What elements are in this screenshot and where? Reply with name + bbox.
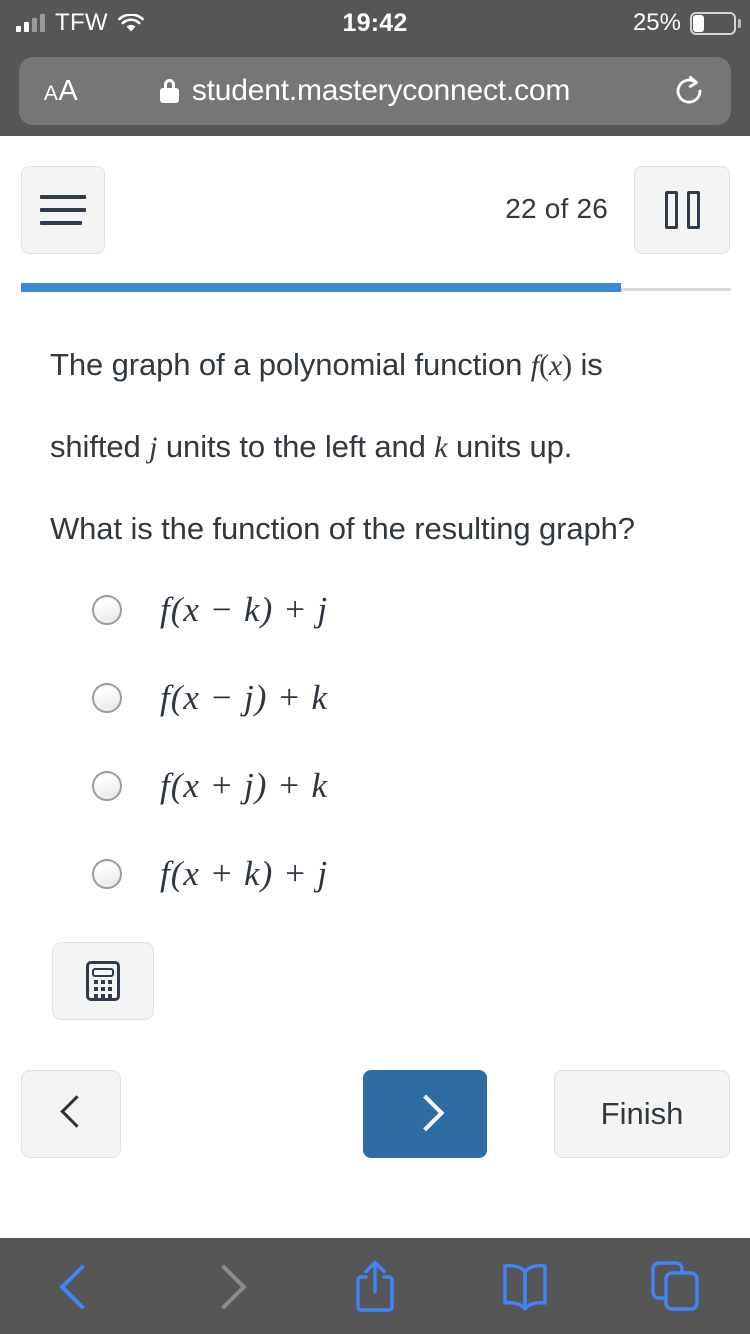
reload-button[interactable]: [647, 72, 731, 110]
progress-bar: [21, 283, 731, 292]
safari-bottom-toolbar: [0, 1238, 750, 1334]
answer-option-c[interactable]: f(x + j) + k: [50, 742, 710, 830]
question-text: The graph of a polynomial function f(x) …: [50, 324, 710, 569]
hamburger-menu-icon: [40, 195, 86, 225]
answer-options: f(x − k) + j f(x − j) + k f(x + j) + k f…: [50, 566, 710, 918]
browser-back-button[interactable]: [0, 1263, 150, 1309]
progress-fill: [21, 283, 621, 292]
carrier-label: TFW: [55, 9, 108, 36]
radio-button[interactable]: [92, 683, 122, 713]
chevron-left-icon: [61, 1097, 81, 1131]
previous-question-button[interactable]: [21, 1070, 121, 1158]
radio-button[interactable]: [92, 859, 122, 889]
answer-option-label: f(x − k) + j: [160, 590, 329, 629]
answer-option-a[interactable]: f(x − k) + j: [50, 566, 710, 654]
question-line-2-prefix: shifted: [50, 429, 150, 464]
battery-percent-label: 25%: [632, 9, 681, 36]
text-size-small-label: A: [43, 81, 59, 105]
battery-icon: [690, 11, 741, 35]
status-bar-right: 25%: [470, 9, 750, 37]
finish-button[interactable]: Finish: [554, 1070, 730, 1158]
menu-button[interactable]: [21, 166, 105, 254]
answer-option-label: f(x + j) + k: [160, 766, 329, 805]
question-line-1-prefix: The graph of a polynomial function: [50, 347, 531, 382]
browser-tabs-button[interactable]: [600, 1260, 750, 1312]
answer-option-d[interactable]: f(x + k) + j: [50, 830, 710, 918]
web-page-content: 22 of 26 The graph of a polynomial funct…: [0, 136, 750, 1238]
chevron-right-icon: [415, 1097, 435, 1131]
radio-button[interactable]: [92, 771, 122, 801]
answer-option-label: f(x + k) + j: [160, 854, 329, 893]
status-bar-left: TFW: [0, 9, 280, 37]
question-counter: 22 of 26: [505, 193, 608, 224]
calculator-icon: [86, 961, 120, 1001]
safari-address-bar-region: AA student.masteryconnect.com: [0, 46, 750, 136]
answer-option-label: f(x − j) + k: [160, 678, 329, 717]
safari-address-bar[interactable]: AA student.masteryconnect.com: [19, 57, 731, 125]
browser-bookmarks-button[interactable]: [450, 1262, 600, 1310]
question-line-2: shifted j units to the left and k units …: [50, 406, 710, 488]
question-math-fx: f(x): [530, 349, 572, 382]
cellular-signal-icon: [16, 14, 45, 32]
browser-share-button[interactable]: [300, 1258, 450, 1314]
question-line-1: The graph of a polynomial function f(x) …: [50, 324, 710, 406]
ios-status-bar: TFW 19:42 25%: [0, 0, 750, 46]
question-line-2-middle: units to the left and: [157, 429, 435, 464]
pause-icon: [664, 191, 700, 229]
question-line-3: What is the function of the resulting gr…: [50, 511, 635, 546]
assessment-toolbar: 22 of 26: [0, 136, 750, 292]
answer-option-b[interactable]: f(x − j) + k: [50, 654, 710, 742]
tabs-icon: [651, 1261, 699, 1311]
calculator-button[interactable]: [52, 942, 154, 1020]
browser-forward-button[interactable]: [150, 1263, 300, 1309]
next-question-button[interactable]: [363, 1070, 487, 1158]
question-math-k: k: [434, 431, 448, 464]
chevron-left-icon: [62, 1263, 88, 1309]
radio-button[interactable]: [92, 595, 122, 625]
lock-icon: [159, 79, 179, 103]
wifi-icon: [117, 12, 144, 33]
text-size-large-label: A: [58, 74, 79, 107]
reload-icon: [676, 76, 702, 104]
share-icon: [356, 1260, 394, 1312]
question-line-1-suffix: is: [572, 347, 603, 382]
screen: TFW 19:42 25% AA student.masteryconnect.…: [0, 0, 750, 1334]
url-text: student.masteryconnect.com: [191, 74, 571, 107]
question-line-2-suffix: units up.: [447, 429, 573, 464]
chevron-right-icon: [212, 1263, 238, 1309]
url-display[interactable]: student.masteryconnect.com: [83, 74, 647, 108]
pause-button[interactable]: [634, 166, 730, 254]
status-bar-clock: 19:42: [342, 8, 408, 37]
book-icon: [503, 1263, 547, 1310]
